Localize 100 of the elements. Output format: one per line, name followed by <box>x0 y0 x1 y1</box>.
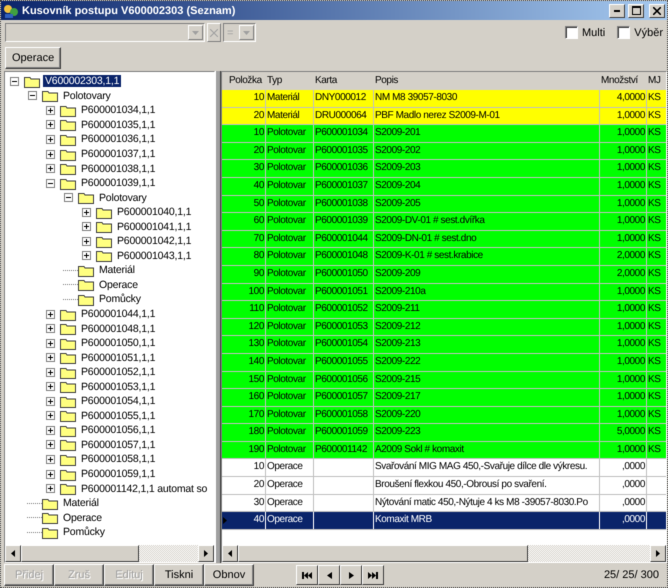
column-header[interactable]: Karta <box>314 72 374 90</box>
table-row[interactable]: 10 Operace Svařování MIG MAG 450,-Svařuje dílce dle výkresu. ,0000 <box>222 459 666 478</box>
tree-item[interactable]: P600001051,1,1 <box>79 352 158 364</box>
tree-item[interactable]: Polotovary <box>97 192 149 204</box>
tree-item[interactable]: P600001050,1,1 <box>79 337 158 350</box>
table-row[interactable]: 140 Polotovar P600001055 S2009-222 1,0000 KS <box>222 354 666 372</box>
tree-item[interactable]: Polotovary <box>61 90 113 102</box>
tree-item[interactable]: P600001053,1,1 <box>79 380 158 393</box>
splitter[interactable] <box>215 71 221 563</box>
tree-item[interactable]: P600001052,1,1 <box>79 366 158 378</box>
tree-item[interactable]: Operace <box>61 512 104 524</box>
expand-toggle[interactable] <box>46 324 55 334</box>
table-row[interactable]: 30 Operace Nýtování matic 450,-Nýtuje 4 ks M8 -39057-8030.Po ,0000 <box>222 494 666 512</box>
table-row[interactable]: 110 Polotovar P600001052 S2009-211 1,0000 KS <box>222 301 666 319</box>
tree-item[interactable]: Materiál <box>61 497 101 510</box>
expand-toggle[interactable] <box>82 236 91 246</box>
column-header[interactable]: Typ <box>266 72 314 90</box>
tree-item[interactable]: P600001058,1,1 <box>79 453 158 466</box>
expand-toggle[interactable] <box>46 134 55 144</box>
expand-toggle[interactable] <box>46 382 55 392</box>
table-row[interactable]: 150 Polotovar P600001056 S2009-215 1,0000 KS <box>222 372 666 390</box>
navigation-button[interactable] <box>318 565 340 585</box>
column-header[interactable]: Položka <box>228 72 266 90</box>
column-header[interactable]: Popis <box>374 72 600 90</box>
expand-toggle[interactable] <box>46 440 55 450</box>
tree-item[interactable]: P600001059,1,1 <box>79 468 158 480</box>
action-button[interactable]: Tiskni <box>154 564 204 586</box>
expand-toggle[interactable] <box>46 310 55 319</box>
table-row[interactable]: 40 Operace Komaxit MRB ,0000 <box>222 512 666 530</box>
close-button[interactable] <box>649 4 665 18</box>
maximize-button[interactable] <box>628 4 644 18</box>
expand-toggle[interactable] <box>46 120 55 130</box>
tree-item[interactable]: Materiál <box>97 264 137 276</box>
tree-item[interactable]: P600001054,1,1 <box>79 395 158 408</box>
table-row[interactable]: 170 Polotovar P600001058 S2009-220 1,0000 KS <box>222 406 666 424</box>
horizontal-scrollbar[interactable] <box>222 545 666 562</box>
expand-toggle[interactable] <box>46 396 55 406</box>
expand-toggle[interactable] <box>46 426 55 435</box>
table-row[interactable]: 120 Polotovar P600001053 S2009-212 1,0000 KS <box>222 318 666 336</box>
navigation-button[interactable] <box>362 565 384 585</box>
clear-filter-button[interactable] <box>207 23 221 42</box>
table-row[interactable]: 20 Materiál DRU000064 PBF Madlo nerez S2009-M-01 1,0000 KS <box>222 108 666 126</box>
tree-item[interactable]: P600001039,1,1 <box>79 177 158 190</box>
expand-toggle[interactable] <box>46 484 55 494</box>
tree-item[interactable]: P600001056,1,1 <box>79 424 158 436</box>
table-row[interactable]: 20 Polotovar P600001035 S2009-202 1,0000 KS <box>222 142 666 160</box>
tree-item[interactable]: P600001048,1,1 <box>79 322 158 335</box>
table-row[interactable]: 20 Operace Broušení flexkou 450,-Obrousí po svaření. ,0000 <box>222 477 666 495</box>
table-row[interactable]: 80 Polotovar P600001048 S2009-K-01 # sest.krabice 2,0000 KS <box>222 248 666 266</box>
expand-toggle[interactable] <box>82 208 91 217</box>
tree-item[interactable]: Pomůcky <box>61 526 107 538</box>
tree-item[interactable]: V600002303,1,1 <box>43 75 122 88</box>
table-row[interactable]: 50 Polotovar P600001038 S2009-205 1,0000 KS <box>222 196 666 214</box>
tree-item[interactable]: P600001034,1,1 <box>79 104 158 116</box>
tree-item[interactable]: P600001044,1,1 <box>79 308 158 320</box>
table-row[interactable]: 190 Polotovar P600001142 A2009 Sokl # komaxit 1,0000 KS <box>222 442 666 460</box>
expand-toggle[interactable] <box>46 164 55 174</box>
navigation-button[interactable] <box>340 565 362 585</box>
checkbox[interactable] <box>617 26 630 39</box>
tree-item[interactable]: P600001036,1,1 <box>79 133 158 146</box>
minimize-button[interactable] <box>609 4 625 18</box>
tree-item[interactable]: P600001041,1,1 <box>115 220 194 233</box>
action-button[interactable]: Obnov <box>204 564 254 586</box>
navigation-button[interactable] <box>296 565 318 585</box>
tree-item[interactable]: Operace <box>97 278 140 291</box>
tree-item[interactable]: P600001055,1,1 <box>79 410 158 422</box>
tree-item[interactable]: P600001040,1,1 <box>115 206 194 218</box>
table-row[interactable]: 100 Polotovar P600001051 S2009-210a 1,0000 KS <box>222 284 666 302</box>
tree-item[interactable]: P600001142,1,1 automat so <box>79 482 210 495</box>
table-row[interactable]: 40 Polotovar P600001037 S2009-204 1,0000 KS <box>222 178 666 196</box>
tree-item[interactable]: P600001043,1,1 <box>115 250 194 262</box>
column-header[interactable]: MJ <box>647 72 666 90</box>
tree-item[interactable]: P600001057,1,1 <box>79 438 158 451</box>
tree-item[interactable]: P600001035,1,1 <box>79 118 158 131</box>
collapse-toggle[interactable] <box>46 178 55 188</box>
expand-toggle[interactable] <box>46 338 55 348</box>
expand-toggle[interactable] <box>46 150 55 158</box>
expand-toggle[interactable] <box>46 368 55 377</box>
expand-toggle[interactable] <box>46 454 55 464</box>
column-header[interactable]: Množství <box>600 72 647 90</box>
table-row[interactable]: 70 Polotovar P600001044 S2009-DN-01 # sest.dno 1,0000 KS <box>222 230 666 248</box>
expand-toggle[interactable] <box>46 353 55 362</box>
tree-item[interactable]: Pomůcky <box>97 293 143 306</box>
table-row[interactable]: 10 Materiál DNY000012 NM M8 39057-8030 4,0000 KS <box>222 90 666 108</box>
collapse-toggle[interactable] <box>28 91 37 100</box>
collapse-toggle[interactable] <box>64 193 73 202</box>
tree-item[interactable]: P600001042,1,1 <box>115 235 194 248</box>
table-row[interactable]: 60 Polotovar P600001039 S2009-DV-01 # sest.dvířka 1,0000 KS <box>222 213 666 231</box>
expand-toggle[interactable] <box>82 222 91 232</box>
table-row[interactable]: 180 Polotovar P600001059 S2009-223 5,0000 KS <box>222 424 666 442</box>
expand-toggle[interactable] <box>46 470 55 479</box>
table-row[interactable]: 10 Polotovar P600001034 S2009-201 1,0000 KS <box>222 125 666 143</box>
filter-field-combo[interactable] <box>5 23 205 42</box>
checkbox[interactable] <box>565 26 578 39</box>
collapse-toggle[interactable] <box>10 76 19 86</box>
table-row[interactable]: 30 Polotovar P600001036 S2009-203 1,0000 KS <box>222 160 666 178</box>
table-row[interactable]: 130 Polotovar P600001054 S2009-213 1,0000 KS <box>222 336 666 354</box>
expand-toggle[interactable] <box>46 411 55 420</box>
tree-item[interactable]: P600001037,1,1 <box>79 148 158 160</box>
horizontal-scrollbar[interactable] <box>5 545 214 562</box>
